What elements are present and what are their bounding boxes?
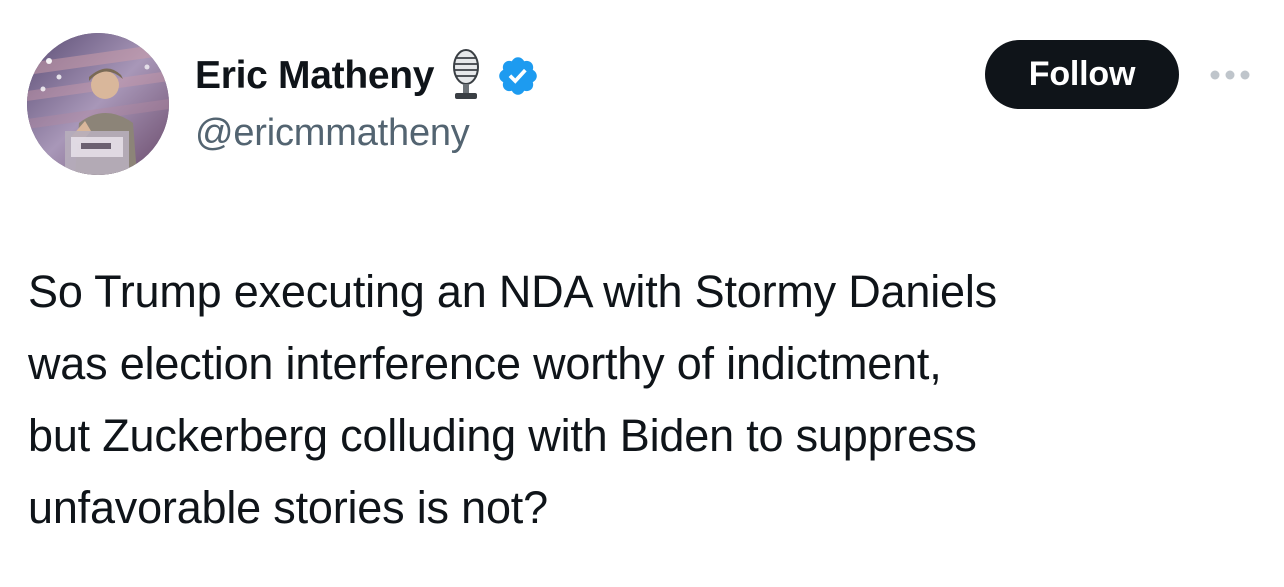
verified-badge-icon[interactable] — [496, 54, 540, 98]
tweet-text-line: was election interference worthy of indi… — [28, 338, 942, 389]
tweet-text-line: unfavorable stories is not? — [28, 482, 548, 533]
avatar-image — [27, 33, 169, 175]
studio-microphone-icon — [446, 48, 486, 104]
author-display-name[interactable]: Eric Matheny — [195, 54, 434, 98]
tweet-text-line: but Zuckerberg colluding with Biden to s… — [28, 410, 977, 461]
author-name-row: Eric Matheny — [195, 48, 540, 104]
tweet-text-line: So Trump executing an NDA with Stormy Da… — [28, 266, 997, 317]
author-handle[interactable]: @ericmmatheny — [195, 112, 470, 155]
tweet-card: Eric Matheny @ericmmatheny Follow So Tru… — [0, 0, 1284, 587]
tweet-text: So Trump executing an NDA with Stormy Da… — [28, 256, 1258, 544]
follow-button[interactable]: Follow — [985, 40, 1179, 109]
more-options-button[interactable] — [1205, 58, 1255, 92]
more-options-icon — [1210, 70, 1250, 80]
avatar[interactable] — [27, 33, 169, 175]
